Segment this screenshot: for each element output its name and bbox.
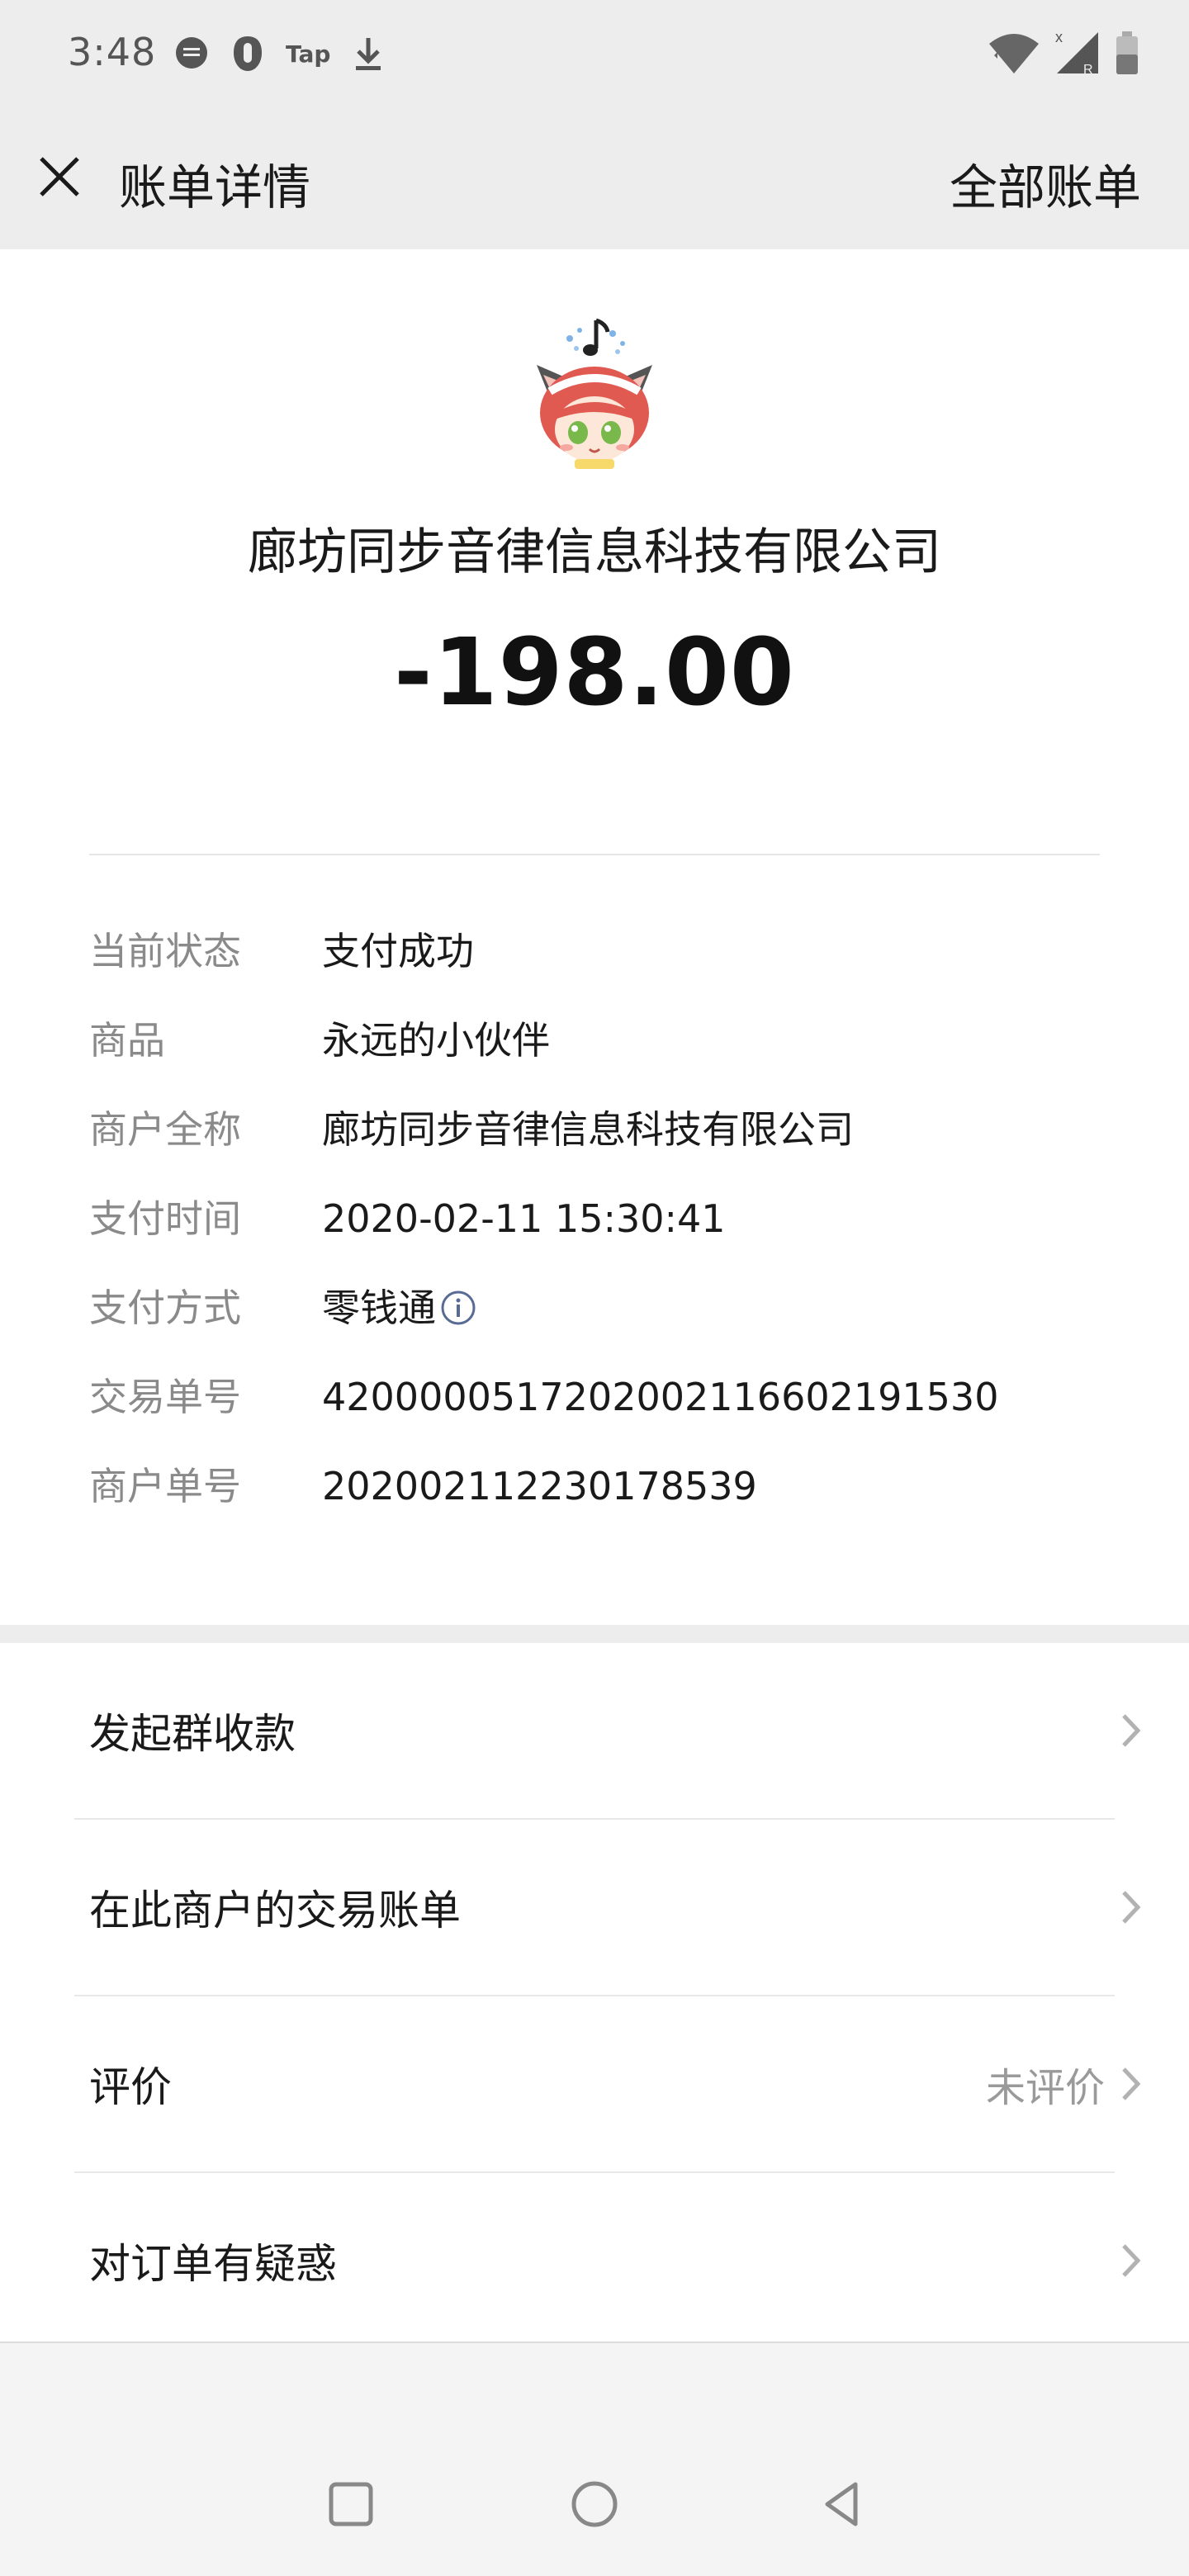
status-icons-right: xR — [986, 28, 1141, 78]
detail-value-payment-method: 零钱通 — [322, 1283, 477, 1333]
system-nav-bar — [0, 2467, 1189, 2566]
payment-method-text: 零钱通 — [322, 1286, 436, 1330]
circle-icon — [571, 2481, 618, 2527]
detail-label: 支付方式 — [89, 1286, 241, 1330]
info-icon[interactable] — [439, 1289, 477, 1327]
square-icon — [329, 2482, 373, 2526]
close-icon — [40, 157, 79, 197]
detail-label: 当前状态 — [89, 929, 241, 973]
list-item-label: 评价 — [89, 2063, 172, 2111]
detail-label: 商户单号 — [89, 1464, 241, 1508]
chevron-right-icon — [1122, 1891, 1141, 1924]
chevron-right-icon — [1122, 1714, 1141, 1747]
detail-row-payment-method: 支付方式 零钱通 — [89, 1283, 1130, 1372]
list-item-right — [1105, 2173, 1143, 2348]
detail-row-transaction-no: 交易单号 4200000517202002116602191530 — [89, 1372, 1130, 1461]
close-button[interactable] — [33, 150, 86, 203]
detail-label: 支付时间 — [89, 1196, 241, 1241]
transaction-card: 廊坊同步音律信息科技有限公司 -198.00 当前状态 支付成功 商品 永远的小… — [0, 249, 1189, 1625]
detail-label: 商品 — [89, 1018, 165, 1063]
list-item-right — [1105, 1643, 1143, 1818]
merchant-avatar — [520, 315, 669, 472]
detail-label: 商户全称 — [89, 1107, 241, 1152]
status-bar: 3:48 Tap xR — [0, 0, 1189, 107]
battery-icon — [1113, 30, 1141, 76]
merchant-title: 廊坊同步音律信息科技有限公司 — [248, 523, 941, 581]
status-icons-left: Tap — [173, 31, 385, 76]
detail-value: 廊坊同步音律信息科技有限公司 — [322, 1107, 854, 1152]
back-button[interactable] — [805, 2467, 879, 2541]
wifi-icon — [986, 31, 1042, 75]
nav-bar: 账单详情 全部账单 — [0, 107, 1189, 249]
detail-list: 当前状态 支付成功 商品 永远的小伙伴 商户全称 廊坊同步音律信息科技有限公司 … — [89, 926, 1130, 1551]
status-time: 3:48 — [68, 30, 157, 74]
list-item-order-question[interactable]: 对订单有疑惑 — [0, 2173, 1189, 2348]
action-list: 发起群收款 在此商户的交易账单 评价 未评价 对订单有疑惑 — [0, 1643, 1189, 2342]
detail-value: 2020-02-11 15:30:41 — [322, 1196, 726, 1241]
list-item-label: 在此商户的交易账单 — [89, 1887, 461, 1934]
detail-row-merchant-order-no: 商户单号 202002112230178539 — [89, 1461, 1130, 1551]
home-button[interactable] — [557, 2467, 632, 2541]
message-icon — [173, 36, 210, 72]
detail-value: 202002112230178539 — [322, 1464, 757, 1508]
amount: -198.00 — [394, 619, 795, 727]
list-item-review[interactable]: 评价 未评价 — [0, 1996, 1189, 2171]
recent-apps-button[interactable] — [314, 2467, 388, 2541]
svg-text:x: x — [1055, 29, 1063, 45]
detail-row-product: 商品 永远的小伙伴 — [89, 1016, 1130, 1105]
list-item-group-collect[interactable]: 发起群收款 — [0, 1643, 1189, 1818]
svg-text:R: R — [1083, 63, 1093, 77]
download-icon — [352, 35, 385, 73]
list-item-right: 未评价 — [986, 1996, 1143, 2171]
detail-row-merchant: 商户全称 廊坊同步音律信息科技有限公司 — [89, 1105, 1130, 1194]
list-item-label: 对订单有疑惑 — [89, 2240, 337, 2288]
tap-icon: Tap — [286, 40, 331, 68]
list-item-label: 发起群收款 — [89, 1710, 296, 1758]
chevron-right-icon — [1122, 2244, 1141, 2277]
detail-value: 支付成功 — [322, 929, 474, 973]
back-triangle-icon — [825, 2482, 858, 2526]
detail-value: 4200000517202002116602191530 — [322, 1375, 999, 1419]
detail-value: 永远的小伙伴 — [322, 1018, 550, 1063]
divider — [89, 854, 1100, 855]
signal-icon: xR — [1054, 29, 1101, 77]
all-bills-link[interactable]: 全部账单 — [950, 149, 1141, 218]
list-item-right — [1105, 1820, 1143, 1995]
page-title: 账单详情 — [119, 159, 311, 215]
review-status: 未评价 — [985, 2065, 1105, 2111]
list-item-merchant-bills[interactable]: 在此商户的交易账单 — [0, 1820, 1189, 1995]
detail-row-status: 当前状态 支付成功 — [89, 926, 1130, 1016]
bottom-area — [0, 2342, 1189, 2576]
alarm-icon — [231, 35, 264, 73]
detail-row-time: 支付时间 2020-02-11 15:30:41 — [89, 1194, 1130, 1283]
chevron-right-icon — [1122, 2067, 1141, 2100]
detail-label: 交易单号 — [89, 1375, 241, 1419]
